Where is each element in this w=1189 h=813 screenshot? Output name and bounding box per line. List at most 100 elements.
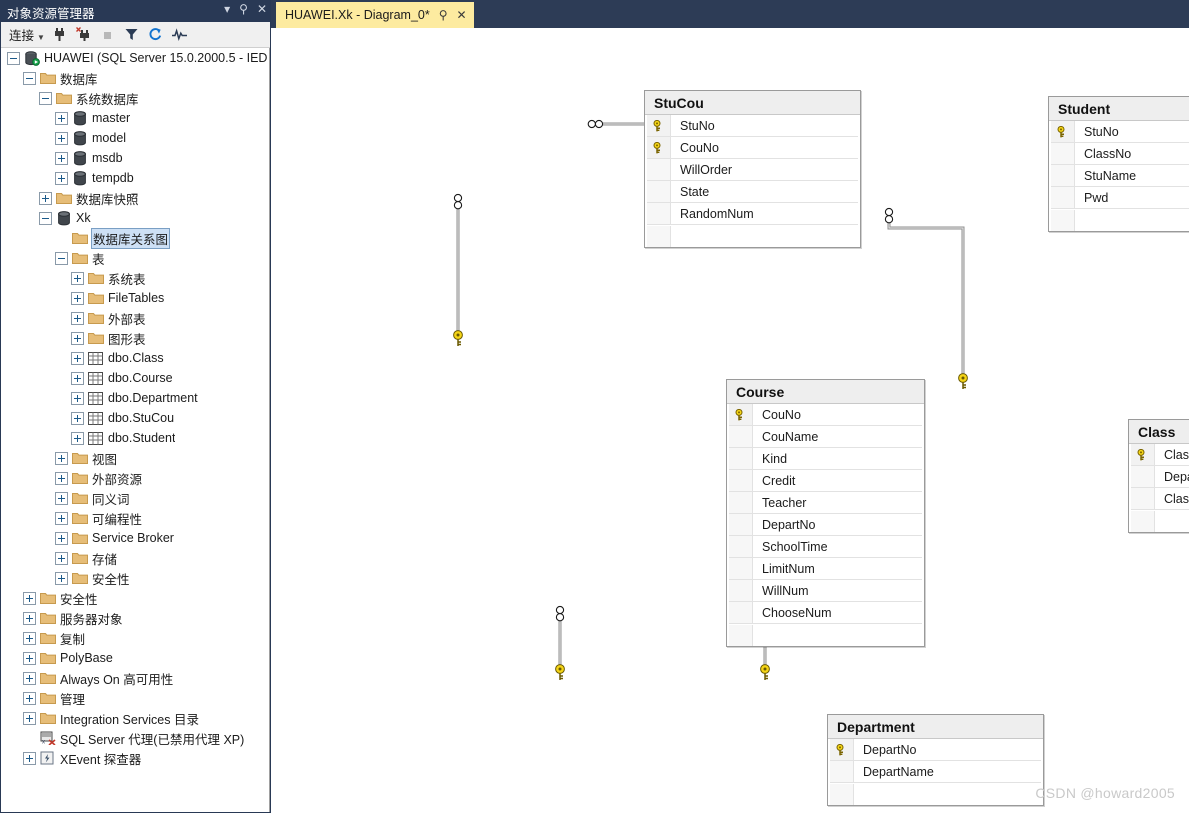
table-header[interactable]: Department [828,715,1043,739]
expand-icon[interactable] [71,391,84,405]
tree-node-dbo-student[interactable]: dbo.Student [1,428,269,448]
expand-icon[interactable] [55,131,68,145]
tree-node-[interactable]: 管理 [1,688,269,708]
collapse-icon[interactable] [23,71,36,85]
tree-node-[interactable]: 服务器对象 [1,608,269,628]
table-row[interactable]: Credit [729,470,922,492]
expand-icon[interactable] [71,431,84,445]
diagram-table-course[interactable]: Course CouNo CouName Kind Credit Teacher Depar… [726,379,925,647]
table-row[interactable]: WillNum [729,580,922,602]
expand-icon[interactable] [55,451,68,465]
refresh-icon[interactable] [144,23,168,47]
expand-icon[interactable] [23,711,36,725]
collapse-icon[interactable] [55,251,68,265]
table-row[interactable]: DepartNo [830,739,1041,761]
tree-node-dbo-stucou[interactable]: dbo.StuCou [1,408,269,428]
table-row[interactable]: ChooseNum [729,602,922,624]
expand-icon[interactable] [55,571,68,585]
tree-node-msdb[interactable]: msdb [1,148,269,168]
collapse-icon[interactable] [39,211,52,225]
tree-node-[interactable]: 同义词 [1,488,269,508]
diagram-table-class[interactable]: Class ClassNo DepartNo ClassName [1128,419,1189,533]
expand-icon[interactable] [71,351,84,365]
table-row-blank[interactable] [647,225,858,247]
tab-pin-icon[interactable]: ⚲ [439,8,448,22]
table-row[interactable]: Pwd [1051,187,1189,209]
table-row[interactable]: StuNo [647,115,858,137]
table-header[interactable]: Student [1049,97,1189,121]
table-row[interactable]: DepartNo [1131,466,1189,488]
tree-node-[interactable]: 图形表 [1,328,269,348]
expand-icon[interactable] [23,591,36,605]
pin-icon[interactable]: ⚲ [239,2,248,16]
collapse-icon[interactable] [7,51,20,65]
diagram-canvas[interactable]: StuCou StuNo CouNo WillOrder State RandomNum S… [271,28,1189,813]
diagram-table-student[interactable]: Student StuNo ClassNo StuName Pwd [1048,96,1189,232]
table-header[interactable]: Course [727,380,924,404]
table-row[interactable]: ClassName [1131,488,1189,510]
tree-node-xk[interactable]: Xk [1,208,269,228]
tree-node-model[interactable]: model [1,128,269,148]
disconnect-icon[interactable] [72,23,96,47]
table-row[interactable]: Kind [729,448,922,470]
tree-node-integration-services[interactable]: Integration Services 目录 [1,708,269,728]
tree-node-tempdb[interactable]: tempdb [1,168,269,188]
diagram-table-stucou[interactable]: StuCou StuNo CouNo WillOrder State RandomNum [644,90,861,248]
tree-node-huawei-sql-server-15-0-2000-5-ied[interactable]: HUAWEI (SQL Server 15.0.2000.5 - IED [1,48,269,68]
table-row[interactable]: Teacher [729,492,922,514]
table-row[interactable]: SchoolTime [729,536,922,558]
tree-node-[interactable]: 系统表 [1,268,269,288]
tree-node-xevent[interactable]: XEvent 探查器 [1,748,269,768]
table-header[interactable]: Class [1129,420,1189,444]
tree-node-always-on[interactable]: Always On 高可用性 [1,668,269,688]
table-row[interactable]: ClassNo [1051,143,1189,165]
table-row[interactable]: CouNo [729,404,922,426]
table-row[interactable]: RandomNum [647,203,858,225]
table-header[interactable]: StuCou [645,91,860,115]
expand-icon[interactable] [55,551,68,565]
tree-node-[interactable]: 数据库 [1,68,269,88]
diagram-table-department[interactable]: Department DepartNo DepartName [827,714,1044,806]
chevron-down-icon[interactable]: ▾ [224,2,230,16]
table-row[interactable]: CouName [729,426,922,448]
tree-node-[interactable]: 复制 [1,628,269,648]
tree-node-[interactable]: 数据库快照 [1,188,269,208]
expand-icon[interactable] [71,311,84,325]
expand-icon[interactable] [55,471,68,485]
tree-node-[interactable]: 安全性 [1,568,269,588]
table-row-blank[interactable] [1051,209,1189,231]
expand-icon[interactable] [71,291,84,305]
expand-icon[interactable] [71,371,84,385]
tree-node-[interactable]: 可编程性 [1,508,269,528]
tree-node-polybase[interactable]: PolyBase [1,648,269,668]
table-row[interactable]: State [647,181,858,203]
tree-node-[interactable]: 视图 [1,448,269,468]
expand-icon[interactable] [23,671,36,685]
expand-icon[interactable] [71,411,84,425]
tree-node-[interactable]: 安全性 [1,588,269,608]
tree-node-sql-server-xp[interactable]: x SQL Server 代理(已禁用代理 XP) [1,728,269,748]
expand-icon[interactable] [71,331,84,345]
expand-icon[interactable] [55,491,68,505]
table-row[interactable]: DepartNo [729,514,922,536]
tree-node-dbo-department[interactable]: dbo.Department [1,388,269,408]
collapse-icon[interactable] [39,91,52,105]
connect-dropdown-button[interactable]: 连接 ▼ [1,25,48,44]
tree-node-[interactable]: 外部资源 [1,468,269,488]
tree-node-[interactable]: 数据库关系图 [1,227,269,249]
expand-icon[interactable] [23,611,36,625]
expand-icon[interactable] [23,691,36,705]
tree-node-filetables[interactable]: FileTables [1,288,269,308]
tree-node-[interactable]: 外部表 [1,308,269,328]
connect-icon[interactable] [48,23,72,47]
expand-icon[interactable] [23,751,36,765]
expand-icon[interactable] [23,631,36,645]
table-row[interactable]: CouNo [647,137,858,159]
table-row-blank[interactable] [830,783,1041,805]
stop-icon[interactable] [96,23,120,47]
table-row[interactable]: LimitNum [729,558,922,580]
tree-node-[interactable]: 存储 [1,548,269,568]
expand-icon[interactable] [71,271,84,285]
expand-icon[interactable] [23,651,36,665]
activity-monitor-icon[interactable] [168,23,192,47]
